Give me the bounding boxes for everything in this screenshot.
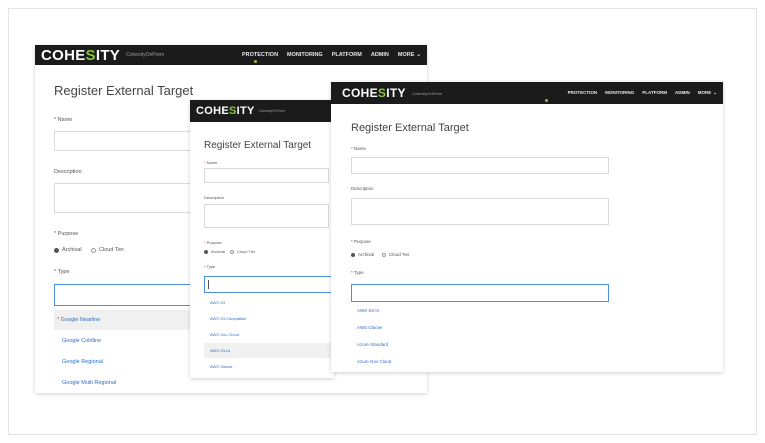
purpose-cloud-tier-radio[interactable]: Cloud Tier <box>230 249 255 254</box>
name-label: * Name <box>54 117 73 123</box>
purpose-cloud-tier-radio[interactable]: Cloud Tier <box>382 252 410 257</box>
nav-more[interactable]: MORE ⌄ <box>398 52 421 58</box>
cohesity-logo[interactable]: COHESITY <box>41 47 120 64</box>
active-nav-indicator <box>254 60 257 63</box>
cohesity-logo[interactable]: COHESITY <box>342 86 406 100</box>
purpose-label: * Purpose <box>351 239 371 244</box>
description-label: Description <box>54 169 82 175</box>
type-select[interactable] <box>204 276 332 293</box>
nav-admin[interactable]: ADMIN <box>675 90 690 96</box>
purpose-cloud-tier-radio[interactable]: Cloud Tier <box>91 247 124 253</box>
purpose-archival-radio[interactable]: Archival <box>351 252 374 257</box>
type-option[interactable]: AWS Glacier <box>204 359 332 374</box>
name-input[interactable] <box>351 157 609 174</box>
nav-more[interactable]: MORE ⌄ <box>698 90 717 96</box>
purpose-label: * Purpose <box>204 240 222 245</box>
chevron-down-icon: ⌄ <box>416 52 421 58</box>
cohesity-logo[interactable]: COHESITY <box>196 105 255 117</box>
description-input[interactable] <box>204 204 329 228</box>
top-nav-bar: COHESITY CohesityOnPrem PROTECTION MONIT… <box>331 82 723 104</box>
front-window: COHESITY CohesityOnPrem PROTECTION MONIT… <box>331 82 723 372</box>
nav-monitoring[interactable]: MONITORING <box>287 52 323 58</box>
name-input[interactable] <box>204 168 329 183</box>
type-option[interactable]: AWS S3 <box>204 295 332 310</box>
type-label: * Type <box>204 264 216 269</box>
cluster-name: CohesityOnPrem <box>126 52 165 58</box>
nav-protection[interactable]: PROTECTION <box>568 90 598 96</box>
name-label: * Name <box>204 160 218 165</box>
purpose-archival-radio[interactable]: Archival <box>204 249 225 254</box>
top-nav-bar: COHESITY CohesityOnPrem <box>190 100 334 122</box>
type-dropdown-list: AWS S3-IA AWS Glacier Azure Standard Azu… <box>351 303 609 371</box>
nav-protection[interactable]: PROTECTION <box>242 52 278 58</box>
nav-admin[interactable]: ADMIN <box>371 52 389 58</box>
type-label: * Type <box>351 270 364 275</box>
cluster-name: CohesityOnPrem <box>258 109 286 113</box>
description-label: Description <box>351 186 374 191</box>
description-label: Description <box>204 195 225 200</box>
type-dropdown-list: AWS S3 AWS S3 Compatible AWS Gov Cloud A… <box>204 295 332 375</box>
type-option[interactable]: AWS S3-IA <box>204 343 332 358</box>
type-option[interactable]: Azure Gov Cloud <box>351 354 609 370</box>
chevron-down-icon: ⌄ <box>713 90 717 95</box>
type-option[interactable]: AWS Glacier <box>351 320 609 336</box>
type-option[interactable]: AWS Gov Cloud <box>204 327 332 342</box>
cluster-name: CohesityOnPrem <box>411 90 443 96</box>
active-nav-indicator <box>545 99 548 102</box>
text-cursor <box>208 280 209 289</box>
description-input[interactable] <box>351 198 609 225</box>
type-label: * Type <box>54 269 70 275</box>
page-title: Register External Target <box>54 83 194 98</box>
purpose-archival-radio[interactable]: Archival <box>54 247 82 253</box>
type-option[interactable]: AWS S3-IA <box>351 303 609 319</box>
page-title: Register External Target <box>351 122 469 134</box>
type-option[interactable]: Azure Standard <box>351 337 609 353</box>
type-select[interactable] <box>351 284 609 302</box>
nav-monitoring[interactable]: MONITORING <box>605 90 634 96</box>
purpose-label: * Purpose <box>54 231 79 237</box>
nav-platform[interactable]: PLATFORM <box>642 90 667 96</box>
middle-window: COHESITY CohesityOnPrem Register Externa… <box>190 100 334 378</box>
page-title: Register External Target <box>204 140 312 151</box>
name-label: * Name <box>351 146 367 151</box>
nav-platform[interactable]: PLATFORM <box>332 52 362 58</box>
type-option[interactable]: AWS S3 Compatible <box>204 311 332 326</box>
top-nav-bar: COHESITY CohesityOnPrem PROTECTION MONIT… <box>35 45 427 65</box>
